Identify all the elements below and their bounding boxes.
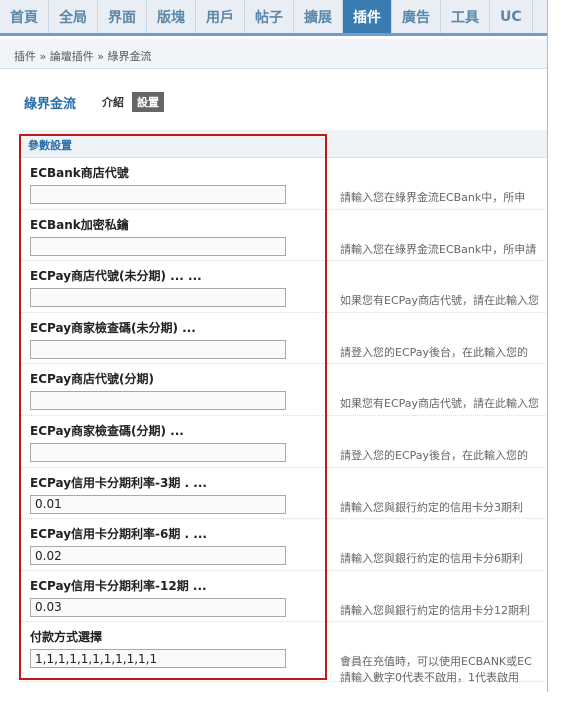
setting-hint: 請登入您的ECPay後台，在此輸入您的 (340, 345, 529, 359)
nav-item-interface[interactable]: 界面 (98, 0, 147, 33)
setting-hint: 請輸入您在綠界金流ECBank中，所申 (340, 191, 526, 204)
setting-hint: 請登入您的ECPay後台，在此輸入您的 (340, 448, 529, 462)
ecpay-installment-check-code-input[interactable] (30, 442, 286, 462)
setting-row: 付款方式選擇 會員在充值時，可以使用ECBANK或EC 請輸入數字0代表不啟用，… (20, 622, 547, 685)
section-title: 參數設置 (20, 130, 547, 158)
rate-3-installment-input[interactable] (30, 494, 286, 514)
setting-hint: 如果您有ECPay商店代號，請在此輸入您 (340, 294, 540, 308)
setting-hint: 請輸入您在綠界金流ECBank中，所申請 (340, 242, 537, 256)
setting-label: ECPay商家檢查碼(未分期) ... (30, 320, 196, 335)
setting-label: ECPay信用卡分期利率-12期 ... (30, 578, 207, 593)
setting-label: ECPay信用卡分期利率-6期 . ... (30, 527, 207, 542)
rate-6-installment-input[interactable] (30, 546, 286, 566)
ecpay-installment-store-id-input[interactable] (30, 391, 286, 411)
setting-row: ECPay商家檢查碼(分期) ... 請登入您的ECPay後台，在此輸入您的 (20, 416, 547, 468)
setting-label: ECPay商家檢查碼(分期) ... (30, 423, 184, 438)
app-window: 首頁 全局 界面 版塊 用戶 帖子 擴展 插件 廣告 工具 UC 插件 » 論壇… (0, 0, 548, 692)
setting-hint: 如果您有ECPay商店代號，請在此輸入您 (340, 397, 540, 411)
setting-label: ECBank加密私鑰 (30, 217, 129, 232)
breadcrumb: 插件 » 論壇插件 » 綠界金流 (0, 39, 547, 69)
setting-row: ECPay商店代號(未分期) ... ... 如果您有ECPay商店代號，請在此… (20, 261, 547, 313)
ecbank-store-id-input[interactable] (30, 185, 286, 204)
payment-method-input[interactable] (30, 649, 286, 669)
setting-row: ECPay商店代號(分期) 如果您有ECPay商店代號，請在此輸入您 (20, 364, 547, 416)
tab-settings[interactable]: 設置 (132, 92, 165, 112)
setting-row: ECPay商家檢查碼(未分期) ... 請登入您的ECPay後台，在此輸入您的 (20, 313, 547, 365)
rate-12-installment-input[interactable] (30, 597, 286, 617)
setting-label: 付款方式選擇 (30, 630, 103, 645)
nav-item-home[interactable]: 首頁 (0, 0, 49, 33)
nav-item-ads[interactable]: 廣告 (392, 0, 441, 33)
setting-row: ECBank加密私鑰 請輸入您在綠界金流ECBank中，所申請 (20, 210, 547, 262)
setting-hint: 會員在充值時，可以使用ECBANK或EC (340, 655, 532, 669)
breadcrumb-text[interactable]: 插件 » 論壇插件 » 綠界金流 (14, 50, 151, 63)
nav-item-extensions[interactable]: 擴展 (294, 0, 343, 33)
setting-hint: 請輸入您與銀行約定的信用卡分6期利 (340, 552, 523, 566)
nav-item-plugins[interactable]: 插件 (343, 0, 392, 33)
nav-item-posts[interactable]: 帖子 (245, 0, 294, 33)
setting-row: ECPay信用卡分期利率-6期 . ... 請輸入您與銀行約定的信用卡分6期利 (20, 519, 547, 571)
nav-item-users[interactable]: 用戶 (196, 0, 245, 33)
ecpay-check-code-input[interactable] (30, 339, 286, 359)
setting-label: ECBank商店代號 (30, 166, 129, 180)
setting-row: ECPay信用卡分期利率-12期 ... 請輸入您與銀行約定的信用卡分12期利 (20, 571, 547, 623)
torn-edge-right (548, 0, 582, 721)
nav-item-uc[interactable]: UC (490, 0, 533, 33)
ecpay-store-id-input[interactable] (30, 288, 286, 308)
page-header: 綠界金流 介紹 設置 (24, 92, 172, 112)
setting-label: ECPay信用卡分期利率-3期 . ... (30, 475, 207, 490)
setting-hint-secondary: 請輸入數字0代表不啟用，1代表啟用 (340, 671, 519, 685)
settings-list: ECBank商店代號 請輸入您在綠界金流ECBank中，所申 ECBank加密私… (20, 158, 547, 685)
nav-item-global[interactable]: 全局 (49, 0, 98, 33)
nav-item-forums[interactable]: 版塊 (147, 0, 196, 33)
setting-label: ECPay商店代號(未分期) ... ... (30, 269, 202, 284)
setting-hint: 請輸入您與銀行約定的信用卡分3期利 (340, 500, 523, 514)
setting-row: ECPay信用卡分期利率-3期 . ... 請輸入您與銀行約定的信用卡分3期利 (20, 468, 547, 520)
ecbank-private-key-input[interactable] (30, 236, 286, 256)
top-navigation: 首頁 全局 界面 版塊 用戶 帖子 擴展 插件 廣告 工具 UC (0, 0, 547, 36)
page-title: 綠界金流 (24, 96, 77, 112)
nav-item-tools[interactable]: 工具 (441, 0, 490, 33)
setting-label: ECPay商店代號(分期) (30, 372, 154, 387)
setting-row: ECBank商店代號 請輸入您在綠界金流ECBank中，所申 (20, 158, 547, 210)
tab-intro[interactable]: 介紹 (102, 94, 124, 110)
setting-hint: 請輸入您與銀行約定的信用卡分12期利 (340, 603, 530, 617)
torn-edge-bottom (0, 692, 582, 721)
